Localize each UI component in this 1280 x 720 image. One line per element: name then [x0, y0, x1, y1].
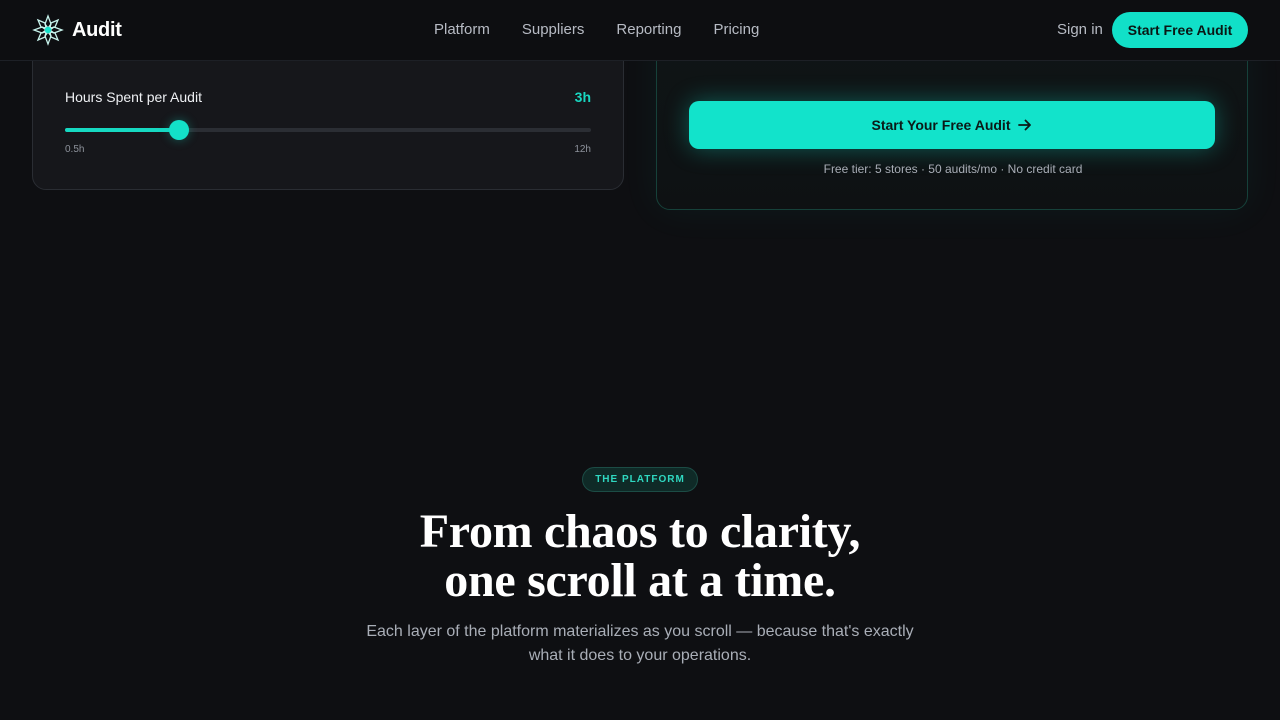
subhead-line-2: what it does to your operations. [528, 647, 752, 664]
nav-link-pricing[interactable]: Pricing [713, 21, 759, 38]
subhead-line-1: Each layer of the platform materializes … [366, 623, 914, 640]
hours-slider[interactable] [65, 120, 591, 140]
slider-fill [65, 128, 180, 132]
hours-calculator-card: Hours Spent per Audit 3h 0.5h 12h [32, 40, 624, 190]
cta-label: Start Your Free Audit [871, 117, 1011, 133]
section-subhead: Each layer of the platform materializes … [340, 620, 940, 668]
slider-label: Hours Spent per Audit [65, 89, 202, 105]
arrow-right-icon [1018, 119, 1032, 131]
brand-name: Audit [72, 18, 122, 41]
slider-max-label: 12h [574, 144, 591, 155]
headline-line-1: From chaos to clarity, [419, 505, 861, 558]
free-tier-note: Free tier: 5 stores · 50 audits/mo · No … [823, 162, 1083, 176]
nav-link-platform[interactable]: Platform [434, 21, 490, 38]
nav-links: Platform Suppliers Reporting Pricing [434, 21, 759, 38]
slider-thumb[interactable] [169, 120, 190, 140]
start-your-free-audit-button[interactable]: Start Your Free Audit [689, 101, 1215, 149]
sign-in-link[interactable]: Sign in [1057, 21, 1103, 38]
nav-link-reporting[interactable]: Reporting [616, 21, 681, 38]
page: Audit Platform Suppliers Reporting Prici… [0, 0, 1280, 720]
section-headline: From chaos to clarity, one scroll at a t… [240, 507, 1040, 605]
slider-min-label: 0.5h [65, 144, 85, 155]
brand-logo-icon [32, 14, 64, 46]
brand[interactable]: Audit [32, 14, 122, 46]
section-eyebrow-badge: THE PLATFORM [582, 467, 698, 492]
slider-value: 3h [574, 89, 591, 105]
headline-line-2: one scroll at a time. [444, 554, 836, 607]
start-free-audit-button[interactable]: Start Free Audit [1112, 12, 1248, 48]
nav-link-suppliers[interactable]: Suppliers [522, 21, 585, 38]
top-nav: Audit Platform Suppliers Reporting Prici… [0, 0, 1280, 61]
